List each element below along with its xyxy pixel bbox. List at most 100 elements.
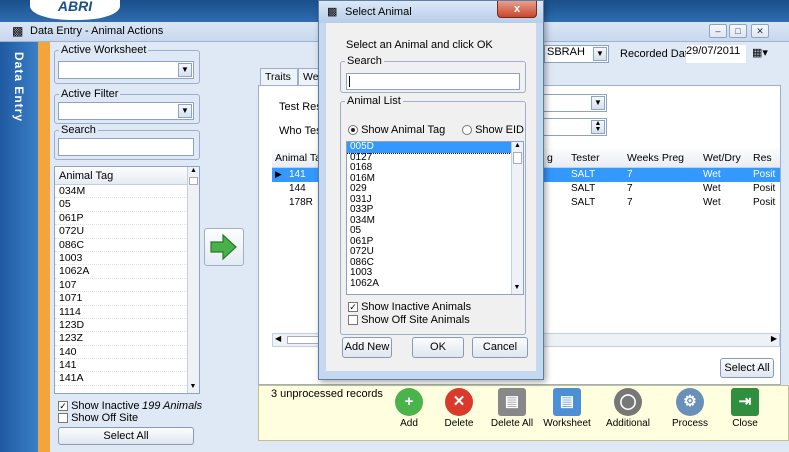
show-inactive-checkbox[interactable]: ✓ <box>58 401 68 412</box>
chevron-down-icon[interactable]: ▼ <box>593 47 607 61</box>
grid-column-header[interactable]: Weeks Preg <box>624 148 700 168</box>
tester-dropdown[interactable]: SBRAH ▼ <box>544 45 609 63</box>
process-button[interactable]: ⚙ Process <box>667 388 713 429</box>
animal-list-item[interactable]: 123Z <box>55 332 199 346</box>
chevron-down-icon[interactable]: ▼ <box>591 96 605 110</box>
worksheet-button[interactable]: ▤ Worksheet <box>541 388 593 429</box>
dialog-animal-item[interactable]: 0168 <box>347 162 511 174</box>
spinner-icon[interactable]: ▲ ▼ <box>591 120 605 134</box>
animal-list-item[interactable]: 086C <box>55 239 199 252</box>
animal-list[interactable]: Animal Tag ⁄ 034M05061P072U086C10031062A… <box>54 166 200 394</box>
chevron-down-icon[interactable]: ▼ <box>178 104 192 118</box>
animal-list-item[interactable]: 1003 <box>55 252 199 266</box>
dialog-show-offsite-checkbox[interactable] <box>348 315 358 326</box>
minimize-button[interactable]: – <box>709 24 727 38</box>
show-animal-tag-radio[interactable] <box>348 125 358 136</box>
animal-list-item[interactable]: 072U <box>55 225 199 239</box>
animal-list-item[interactable]: 05 <box>55 198 199 212</box>
grid-column-header[interactable]: Wet/Dry <box>700 148 750 168</box>
grid-cell-res[interactable]: Posit <box>750 196 780 210</box>
who-tested-spinner[interactable]: ▲ ▼ <box>542 118 607 136</box>
show-inactive-row[interactable]: ✓ Show Inactive <box>58 400 140 412</box>
tab-traits[interactable]: Traits <box>260 68 298 85</box>
recorded-date-input[interactable]: 29/07/2011 <box>686 45 746 63</box>
dialog-animal-item[interactable]: 016M <box>347 173 511 185</box>
grid-cell-tester[interactable]: SALT <box>568 182 624 196</box>
show-offsite-checkbox[interactable] <box>58 413 68 424</box>
dialog-animal-list[interactable]: 005D 0127 0168 016M 029 031J 033P 034M 05 061P 072… <box>346 141 524 295</box>
dialog-show-inactive-row[interactable]: ✓ Show Inactive Animals <box>348 301 471 313</box>
scroll-thumb[interactable] <box>189 177 198 185</box>
cancel-button[interactable]: Cancel <box>472 337 528 358</box>
animal-list-header[interactable]: Animal Tag ⁄ <box>55 167 199 185</box>
grid-cell-res[interactable]: Posit <box>750 168 780 182</box>
dialog-animal-item[interactable]: 072U <box>347 246 511 258</box>
dialog-animal-item[interactable]: 1003 <box>347 267 511 279</box>
grid-cell-weeks[interactable]: 7 <box>624 168 700 182</box>
scroll-right-icon[interactable]: ▶ <box>771 334 777 343</box>
scroll-down-icon[interactable]: ▼ <box>512 284 522 294</box>
scroll-thumb[interactable] <box>513 152 522 164</box>
show-offsite-row[interactable]: Show Off Site <box>58 412 138 424</box>
grid-column-header[interactable]: Tester <box>568 148 624 168</box>
additional-button[interactable]: ◯ Additional <box>601 388 655 429</box>
animal-list-item[interactable]: 034M <box>55 185 199 199</box>
show-eid-radio[interactable] <box>462 125 472 136</box>
grid-cell-wetdry[interactable]: Wet <box>700 182 750 196</box>
dialog-animal-item[interactable]: 033P <box>347 204 511 216</box>
grid-column-header[interactable]: Res <box>750 148 780 168</box>
close-button[interactable]: ⇥ Close <box>725 388 765 429</box>
animal-list-item[interactable]: 1071 <box>55 292 199 306</box>
dialog-animal-item[interactable]: 034M <box>347 215 511 227</box>
dialog-animal-item[interactable]: 1062A <box>347 278 511 290</box>
show-animal-tag-option[interactable]: Show Animal Tag <box>348 124 445 136</box>
calendar-icon[interactable]: ▦▾ <box>752 46 774 62</box>
scroll-up-icon[interactable]: ▲ <box>512 142 523 152</box>
dialog-animal-item[interactable]: 05 <box>347 225 511 237</box>
grid-cell-tester[interactable]: SALT <box>568 168 624 182</box>
dialog-app-icon: ▩ <box>327 6 338 18</box>
active-filter-dropdown[interactable]: ▼ <box>58 102 194 120</box>
animal-list-item[interactable]: 1062A <box>55 265 199 279</box>
transfer-arrow-button[interactable] <box>204 228 244 266</box>
grid-cell-wetdry[interactable]: Wet <box>700 196 750 210</box>
grid-cell-weeks[interactable]: 7 <box>624 196 700 210</box>
animal-list-item[interactable]: 061P <box>55 212 199 226</box>
dialog-animal-item[interactable]: 005D <box>347 142 512 154</box>
grid-cell-res[interactable]: Posit <box>750 182 780 196</box>
animal-list-item[interactable]: 141A <box>55 372 199 386</box>
search-input[interactable] <box>58 138 194 156</box>
show-eid-option[interactable]: Show EID <box>462 124 524 136</box>
dialog-show-offsite-row[interactable]: Show Off Site Animals <box>348 314 470 326</box>
ok-button[interactable]: OK <box>412 337 464 358</box>
animal-list-item[interactable]: 140 <box>55 346 199 360</box>
dialog-list-scrollbar[interactable]: ▲ ▼ <box>511 142 523 294</box>
test-result-dropdown[interactable]: ▼ <box>542 94 607 112</box>
animal-list-item[interactable]: 141 <box>55 359 199 373</box>
grid-cell-tester[interactable]: SALT <box>568 196 624 210</box>
maximize-button[interactable]: □ <box>729 24 747 38</box>
grid-cell-weeks[interactable]: 7 <box>624 182 700 196</box>
active-worksheet-dropdown[interactable]: ▼ <box>58 61 194 79</box>
grid-cell-wetdry[interactable]: Wet <box>700 168 750 182</box>
dialog-animal-item[interactable]: 029 <box>347 183 511 195</box>
grid-column-header[interactable]: g <box>544 148 568 168</box>
scroll-up-icon[interactable]: ▲ <box>188 167 199 177</box>
delete-all-button[interactable]: ▤ Delete All <box>487 388 537 429</box>
animal-list-item[interactable]: 123D <box>55 319 199 333</box>
grid-select-all-button[interactable]: Select All <box>720 358 774 378</box>
close-window-button[interactable]: ✕ <box>751 24 769 38</box>
dialog-show-inactive-checkbox[interactable]: ✓ <box>348 302 358 313</box>
animal-list-item[interactable]: 1114 <box>55 306 199 319</box>
add-button[interactable]: + Add <box>389 388 429 429</box>
scroll-left-icon[interactable]: ◀ <box>275 334 281 343</box>
scroll-down-icon[interactable]: ▼ <box>188 383 198 393</box>
delete-button[interactable]: ✕ Delete <box>437 388 481 429</box>
dialog-search-input[interactable] <box>346 73 520 90</box>
select-all-animals-button[interactable]: Select All <box>58 427 194 445</box>
animal-list-item[interactable]: 107 <box>55 279 199 293</box>
chevron-down-icon[interactable]: ▼ <box>178 63 192 77</box>
add-new-button[interactable]: Add New <box>342 337 392 358</box>
animal-list-scrollbar[interactable]: ▲ ▼ <box>187 167 199 393</box>
dialog-close-button[interactable]: x <box>497 1 537 18</box>
